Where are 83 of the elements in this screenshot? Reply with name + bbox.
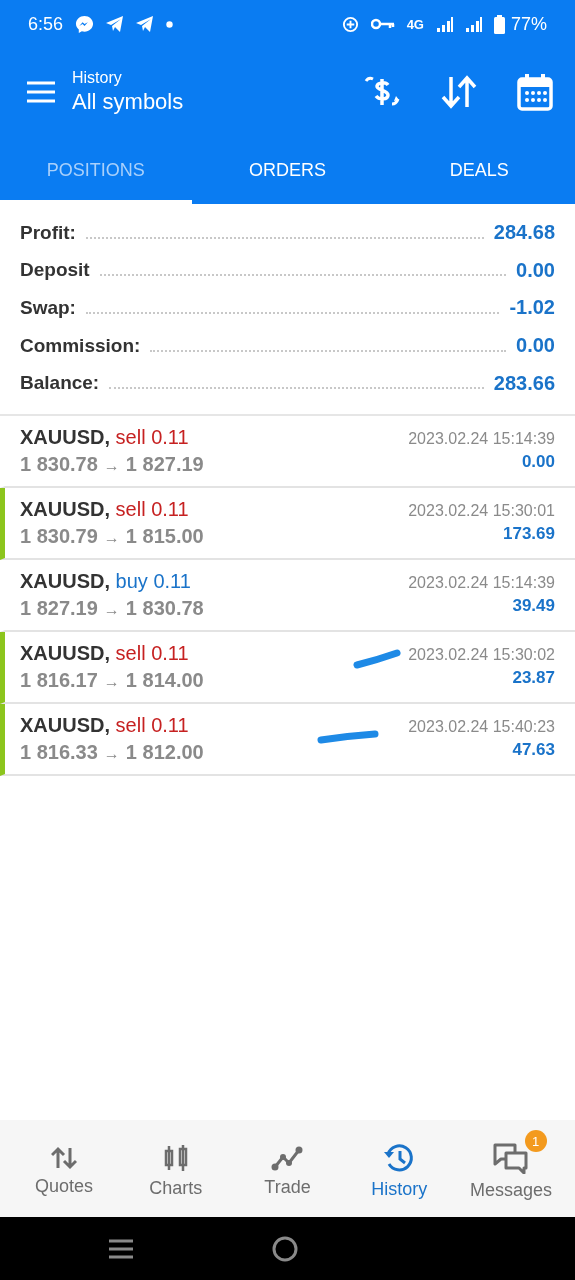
tab[interactable]: DEALS [383, 136, 575, 204]
open-price: 1 830.78 [20, 452, 98, 476]
profit-value: 0.00 [521, 451, 555, 472]
header-title[interactable]: All symbols [72, 89, 347, 115]
arrow-icon: → [103, 528, 120, 547]
data-saver-icon [341, 15, 359, 33]
clock-history-icon [383, 1143, 416, 1173]
close-price: 1 827.19 [125, 452, 204, 476]
summary-value: 284.68 [493, 221, 555, 245]
summary-value: 0.00 [516, 334, 555, 358]
position-row[interactable]: XAUUSD, sell 0.11 1 830.79 → 1 815.00 2023.02.24 15:30:01 173.69 [0, 487, 575, 560]
position-row[interactable]: XAUUSD, sell 0.11 1 816.17 → 1 814.00 2023.02.24 15:30:02 23.87 [0, 631, 575, 704]
open-price: 1 816.17 [20, 668, 98, 692]
symbol-name: XAUUSD, [20, 569, 110, 592]
battery-icon [493, 14, 505, 34]
open-price: 1 827.19 [20, 596, 98, 620]
arrow-icon: → [103, 744, 120, 763]
symbol-name: XAUUSD, [20, 641, 110, 664]
nav-tab[interactable]: Charts [119, 1120, 232, 1217]
profit-value: 39.49 [512, 595, 555, 616]
close-time: 2023.02.24 15:40:23 [408, 717, 555, 736]
battery-level: 77% [510, 13, 547, 35]
key-icon [370, 18, 395, 30]
open-price: 1 830.79 [20, 524, 98, 548]
tab[interactable]: POSITIONS [0, 136, 192, 204]
summary-value: 0.00 [516, 258, 555, 282]
nav-tab[interactable]: History [343, 1120, 456, 1217]
close-price: 1 812.00 [125, 740, 204, 764]
network-type: 4G [406, 16, 424, 32]
profit-value: 23.87 [512, 667, 555, 688]
summary-value: 283.66 [493, 371, 555, 395]
header-subtitle: History [72, 69, 123, 87]
position-row[interactable]: XAUUSD, sell 0.11 1 830.78 → 1 827.19 2023.02.24 15:14:39 0.00 [0, 415, 575, 488]
symbol-name: XAUUSD, [20, 713, 110, 736]
profit-value: 47.63 [512, 739, 555, 760]
nav-tab[interactable]: Messages 1 [455, 1120, 567, 1217]
summary-label: Profit: [20, 221, 76, 244]
deal-type: sell 0.11 [115, 497, 189, 520]
signal-icon [464, 16, 482, 32]
close-time: 2023.02.24 15:14:39 [408, 573, 555, 592]
summary-label: Deposit [20, 259, 90, 282]
position-row[interactable]: XAUUSD, sell 0.11 1 816.33 → 1 812.00 2023.02.24 15:40:23 47.63 [0, 703, 575, 776]
tab[interactable]: ORDERS [191, 136, 384, 204]
arrow-icon: → [103, 456, 120, 475]
close-time: 2023.02.24 15:30:01 [408, 501, 555, 520]
arrow-icon: → [103, 672, 120, 691]
home-button[interactable] [272, 1235, 298, 1262]
symbol-name: XAUUSD, [20, 425, 110, 448]
close-price: 1 830.78 [125, 596, 204, 620]
telegram-icon [136, 16, 155, 32]
menu-button[interactable] [26, 81, 56, 103]
summary-label: Balance: [20, 372, 100, 395]
recent-apps-button[interactable] [108, 1238, 134, 1259]
telegram-icon [106, 16, 125, 32]
deal-type: sell 0.11 [115, 713, 189, 736]
nav-tab[interactable]: Trade [231, 1120, 344, 1217]
unread-badge: 1 [524, 1130, 547, 1152]
arrow-icon: → [103, 600, 120, 619]
dot-icon [166, 20, 174, 28]
messenger-icon [75, 14, 95, 34]
close-time: 2023.02.24 15:14:39 [408, 429, 555, 448]
close-time: 2023.02.24 15:30:02 [408, 645, 555, 664]
line-graph-icon [271, 1145, 304, 1171]
position-row[interactable]: XAUUSD, buy 0.11 1 827.19 → 1 830.78 2023.02.24 15:14:39 39.49 [0, 559, 575, 632]
calendar-button[interactable] [517, 73, 553, 111]
nav-tab[interactable]: Quotes [8, 1120, 120, 1217]
deal-type: sell 0.11 [115, 425, 189, 448]
summary-value: -1.02 [509, 296, 555, 320]
close-price: 1 814.00 [125, 668, 204, 692]
candlestick-icon [162, 1144, 189, 1172]
summary-label: Commission: [20, 334, 141, 357]
summary-label: Swap: [20, 297, 76, 319]
signal-icon [435, 16, 453, 32]
chat-bubbles-icon [492, 1142, 531, 1174]
clock-time: 6:56 [28, 13, 64, 35]
deal-type: sell 0.11 [115, 641, 189, 664]
symbol-name: XAUUSD, [20, 497, 110, 520]
close-price: 1 815.00 [125, 524, 204, 548]
up-down-arrows-icon [50, 1146, 77, 1170]
deal-type: buy 0.11 [115, 569, 191, 592]
sort-button[interactable] [441, 75, 477, 109]
profit-value: 173.69 [503, 523, 555, 544]
open-price: 1 816.33 [20, 740, 98, 764]
